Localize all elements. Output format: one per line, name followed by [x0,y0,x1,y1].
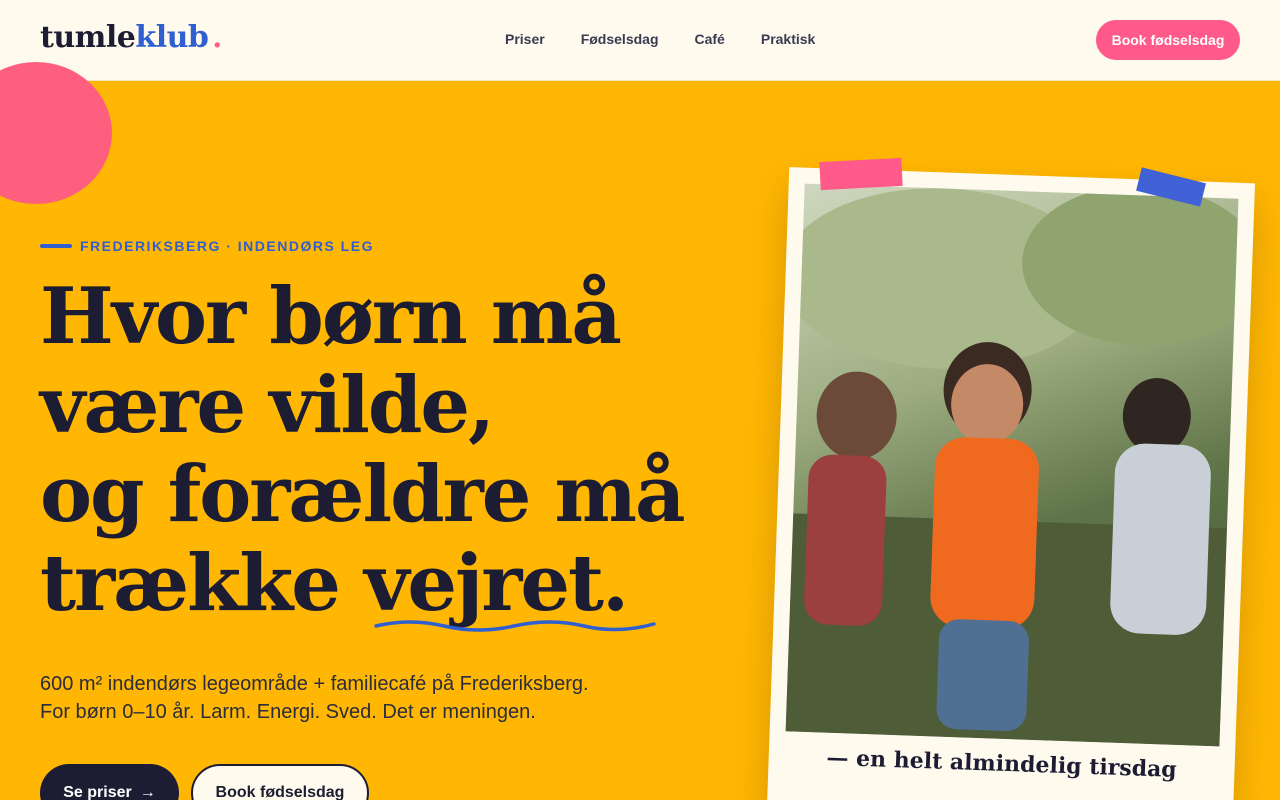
headline-line-4-text: trække [40,538,365,629]
logo-dot: . [212,21,222,54]
subtitle-line-1: 600 m² indendørs legeområde + familiecaf… [40,673,589,695]
main-nav: Priser Fødselsdag Café Praktisk [505,31,851,47]
book-birthday-button[interactable]: Book fødselsdag [191,764,369,800]
headline-line-2: være vilde, [40,360,495,451]
headline-highlight: vejret. [364,538,629,629]
polaroid-card: — en helt almindelig tirsdag [766,167,1256,800]
see-prices-label: Se priser [63,784,132,800]
squiggle-underline [374,620,656,632]
photo-illustration [785,185,1239,747]
photo-caption: — en helt almindelig tirsdag [826,744,1178,783]
headline-line-3: og forældre må [40,449,686,540]
nav-item-fodselsdag[interactable]: Fødselsdag [581,31,659,47]
tape-pink [819,157,903,191]
site-header: tumleklub. Priser Fødselsdag Café Prakti… [0,0,1280,81]
eyebrow-line [40,244,72,248]
see-prices-button[interactable]: Se priser → [40,764,179,800]
headline-line-4: trække vejret. [40,539,740,628]
eyebrow-text: FREDERIKSBERG · INDENDØRS LEG [80,238,374,254]
hero-headline: Hvor børn må være vilde, og forældre må … [40,272,740,628]
hero-eyebrow: FREDERIKSBERG · INDENDØRS LEG [40,238,374,254]
logo-word-2: klub [135,20,209,55]
logo-word-1: tumle [40,20,136,55]
kids-playing-photo [785,183,1239,747]
decorative-blob [0,62,112,204]
arrow-right-icon: → [139,784,156,800]
hero-subtitle: 600 m² indendørs legeområde + familiecaf… [40,670,660,726]
book-birthday-header-button[interactable]: Book fødselsdag [1096,20,1240,60]
subtitle-line-2: For børn 0–10 år. Larm. Energi. Sved. De… [40,701,536,723]
headline-line-1: Hvor børn må [40,271,622,362]
nav-item-cafe[interactable]: Café [695,31,725,47]
nav-item-praktisk[interactable]: Praktisk [761,31,815,47]
nav-item-priser[interactable]: Priser [505,31,545,47]
logo[interactable]: tumleklub. [40,20,222,55]
